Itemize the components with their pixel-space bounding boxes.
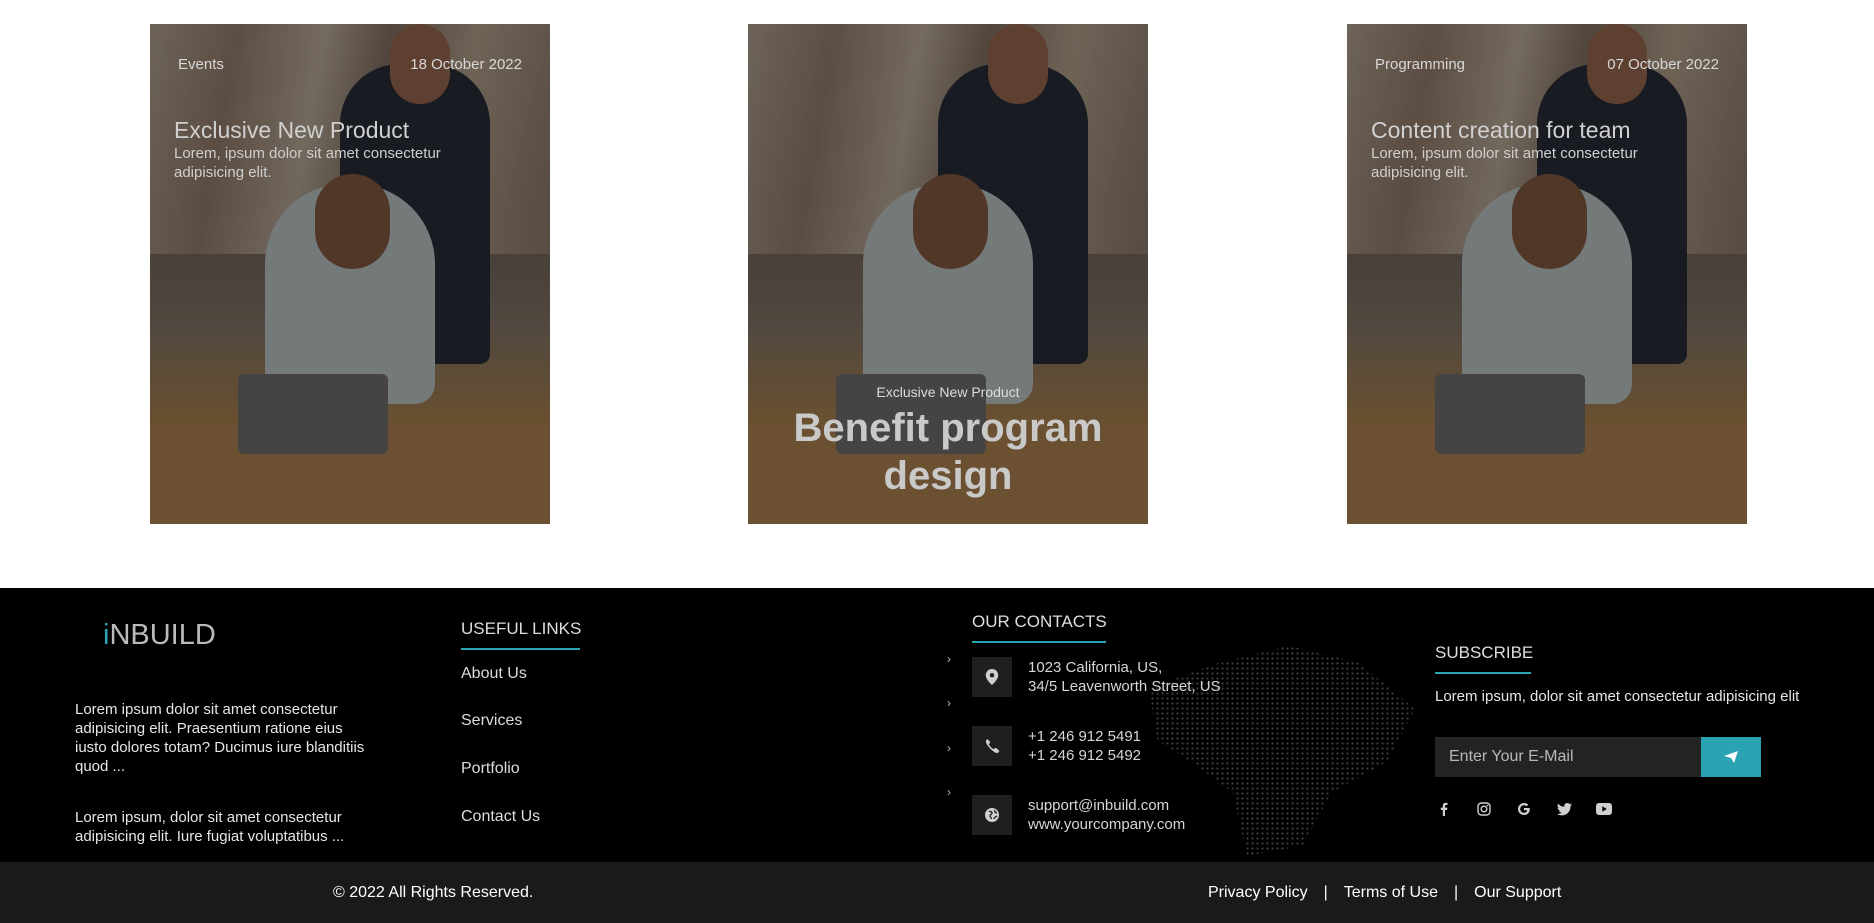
chevron-right-icon: ›: [947, 785, 951, 799]
card-category[interactable]: Events: [178, 56, 224, 73]
facebook-icon[interactable]: [1433, 798, 1455, 820]
instagram-icon[interactable]: [1473, 798, 1495, 820]
heading-underline: [972, 641, 1106, 643]
subscribe-text: Lorem ipsum, dolor sit amet consectetur …: [1435, 688, 1800, 705]
separator: |: [1453, 884, 1459, 901]
terms-of-use-link[interactable]: Terms of Use: [1344, 884, 1438, 902]
heading-underline: [1435, 672, 1531, 674]
youtube-icon[interactable]: [1593, 798, 1615, 820]
contact-phones: +1 246 912 5491 +1 246 912 5492: [1028, 728, 1142, 764]
paper-plane-icon: [1724, 751, 1738, 763]
card-date: 07 October 2022: [1607, 56, 1719, 73]
copyright-text: © 2022 All Rights Reserved.: [333, 884, 534, 901]
site-footer: iNBUILD Lorem ipsum dolor sit amet conse…: [0, 588, 1874, 862]
card-description: Lorem, ipsum dolor sit amet consectetur …: [174, 145, 441, 181]
footer-link-portfolio[interactable]: Portfolio: [461, 760, 520, 778]
about-text: Lorem ipsum, dolor sit amet consectetur …: [75, 809, 345, 845]
blog-card-events[interactable]: Events 18 October 2022 Exclusive New Pro…: [150, 24, 550, 524]
subscribe-send-button[interactable]: [1701, 737, 1761, 777]
blog-card-featured[interactable]: Exclusive New Product Benefit program de…: [748, 24, 1148, 524]
location-pin-icon: [972, 657, 1012, 697]
card-caption: Exclusive New Product: [876, 384, 1020, 400]
subscribe-heading: SUBSCRIBE: [1435, 643, 1534, 662]
contacts-heading: OUR CONTACTS: [972, 612, 1107, 631]
footer-logo[interactable]: iNBUILD: [103, 619, 216, 652]
separator: |: [1323, 884, 1328, 901]
about-text: Lorem ipsum dolor sit amet consectetur a…: [75, 701, 365, 775]
legal-links: Privacy Policy | Terms of Use | Our Supp…: [1208, 884, 1561, 902]
card-title[interactable]: Exclusive New Product: [174, 117, 409, 144]
blog-cards-section: Events 18 October 2022 Exclusive New Pro…: [0, 0, 1874, 588]
phone-icon: [972, 726, 1012, 766]
email-input[interactable]: [1435, 737, 1701, 777]
card-category[interactable]: Programming: [1375, 56, 1465, 73]
google-icon[interactable]: [1513, 798, 1535, 820]
bottom-bar: © 2022 All Rights Reserved. Privacy Poli…: [0, 862, 1874, 923]
privacy-policy-link[interactable]: Privacy Policy: [1208, 884, 1308, 902]
chevron-right-icon: ›: [947, 741, 951, 755]
contact-address: 1023 California, US, 34/5 Leavenworth Str…: [1028, 659, 1221, 695]
our-support-link[interactable]: Our Support: [1474, 884, 1561, 902]
footer-link-services[interactable]: Services: [461, 712, 522, 730]
chevron-right-icon: ›: [947, 652, 951, 666]
globe-icon: [972, 795, 1012, 835]
card-description: Lorem, ipsum dolor sit amet consectetur …: [1371, 145, 1638, 181]
useful-links-heading: USEFUL LINKS: [461, 619, 582, 638]
contact-web: support@inbuild.com www.yourcompany.com: [1028, 797, 1186, 833]
card-title[interactable]: Benefit program design: [788, 404, 1108, 500]
footer-link-contact[interactable]: Contact Us: [461, 808, 540, 826]
chevron-right-icon: ›: [947, 696, 951, 710]
blog-card-programming[interactable]: Programming 07 October 2022 Content crea…: [1347, 24, 1747, 524]
heading-underline: [461, 648, 580, 650]
card-title[interactable]: Content creation for team: [1371, 117, 1631, 144]
card-date: 18 October 2022: [410, 56, 522, 73]
twitter-icon[interactable]: [1553, 798, 1575, 820]
footer-link-about[interactable]: About Us: [461, 665, 527, 683]
